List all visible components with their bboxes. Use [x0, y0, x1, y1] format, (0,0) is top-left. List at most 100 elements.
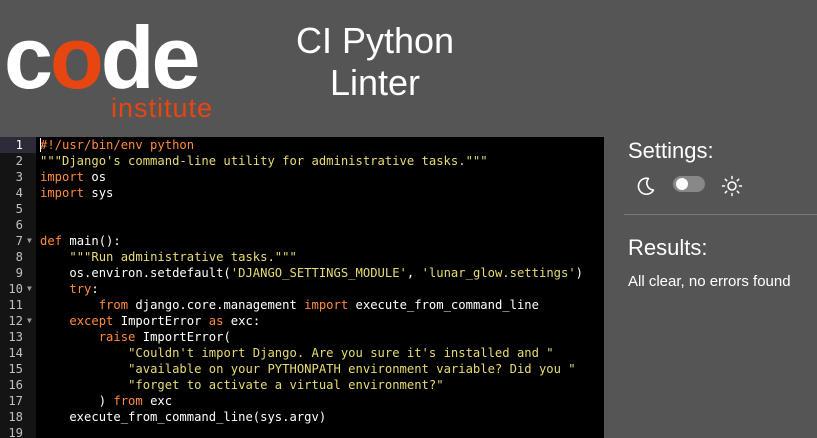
keyword-token: raise — [98, 330, 136, 344]
results-message: All clear, no errors found — [628, 273, 791, 290]
comment-token: #!/usr/bin/env python — [40, 138, 195, 152]
code-line[interactable]: 6 — [0, 217, 604, 233]
line-number: 16 — [8, 378, 23, 392]
page-title-line2: Linter — [329, 62, 421, 103]
code-text: import os — [40, 169, 106, 185]
line-number: 19 — [8, 426, 23, 438]
code-text: import sys — [40, 185, 113, 201]
side-panel: Settings: Results: All clear, no errors … — [604, 137, 817, 438]
line-number: 9 — [15, 266, 23, 280]
code-line[interactable]: 9 os.environ.setdefault('DJANGO_SETTINGS… — [0, 265, 604, 281]
sun-icon[interactable] — [721, 175, 743, 197]
code-text: raise ImportError( — [40, 329, 231, 345]
line-number: 17 — [8, 394, 23, 408]
line-number: 2 — [15, 154, 23, 168]
code-line[interactable]: 18 execute_from_command_line(sys.argv) — [0, 409, 604, 425]
string-token: "forget to activate a virtual environmen… — [128, 378, 444, 392]
theme-toggle[interactable] — [673, 176, 705, 192]
text-token: ImportError( — [135, 330, 231, 344]
code-line[interactable]: 13 raise ImportError( — [0, 329, 604, 345]
code-line[interactable]: 1 #!/usr/bin/env python — [0, 137, 604, 153]
fold-arrow-icon[interactable]: ▼ — [27, 281, 36, 297]
code-text: execute_from_command_line(sys.argv) — [40, 409, 326, 425]
code-line[interactable]: 3 import os — [0, 169, 604, 185]
code-text: ) from exc — [40, 393, 172, 409]
keyword-token: import — [40, 186, 85, 200]
keyword-token: except — [69, 314, 114, 328]
code-text: """Django's command-line utility for adm… — [40, 153, 488, 169]
string-token: 'lunar_glow.settings' — [421, 266, 576, 280]
text-token: execute_from_command_line(sys.argv) — [40, 410, 327, 424]
results-heading: Results: — [628, 235, 708, 260]
moon-icon[interactable] — [635, 175, 657, 197]
text-token: os — [84, 170, 107, 184]
text-token: os.environ.setdefault( — [40, 266, 231, 280]
code-line[interactable]: 2 """Django's command-line utility for a… — [0, 153, 604, 169]
code-line[interactable]: 15 "available on your PYTHONPATH environ… — [0, 361, 604, 377]
toggle-knob — [676, 178, 688, 190]
string-token: """Django's command-line utility for adm… — [40, 154, 488, 168]
code-text: "available on your PYTHONPATH environmen… — [40, 361, 576, 377]
code-line[interactable]: 12 ▼ except ImportError as exc: — [0, 313, 604, 329]
code-institute-logo: code institute — [4, 14, 234, 124]
code-text: except ImportError as exc: — [40, 313, 260, 329]
code-text: #!/usr/bin/env python — [40, 137, 194, 153]
line-number: 8 — [15, 250, 23, 264]
code-text: try: — [40, 281, 99, 297]
code-line[interactable]: 11 from django.core.management import ex… — [0, 297, 604, 313]
keyword-token: from — [113, 394, 143, 408]
code-text: """Run administrative tasks.""" — [40, 249, 297, 265]
line-number: 5 — [15, 202, 23, 216]
code-line[interactable]: 4 import sys — [0, 185, 604, 201]
string-token: "available on your PYTHONPATH environmen… — [128, 362, 576, 376]
indent-token — [40, 330, 99, 344]
line-number: 3 — [15, 170, 23, 184]
indent-token — [40, 362, 128, 376]
fold-arrow-icon[interactable]: ▼ — [27, 233, 36, 249]
text-token: ) — [40, 394, 114, 408]
line-number: 6 — [15, 218, 23, 232]
code-line[interactable]: 10 ▼ try: — [0, 281, 604, 297]
string-token: "Couldn't import Django. Are you sure it… — [128, 346, 554, 360]
header: code institute CI Python Linter — [0, 0, 817, 137]
code-line[interactable]: 8 """Run administrative tasks.""" — [0, 249, 604, 265]
line-number: 15 — [8, 362, 23, 376]
text-cursor — [40, 138, 41, 152]
line-number: 11 — [8, 298, 23, 312]
keyword-token: from — [98, 298, 129, 312]
text-token: : — [91, 282, 99, 296]
code-line[interactable]: 5 — [0, 201, 604, 217]
indent-token — [40, 314, 69, 328]
page-title-line1: CI Python — [295, 20, 455, 61]
logo-word: code — [4, 14, 200, 102]
page-title: CI Python Linter — [270, 20, 480, 104]
fold-arrow-icon[interactable]: ▼ — [27, 313, 36, 329]
code-line[interactable]: 14 "Couldn't import Django. Are you sure… — [0, 345, 604, 361]
string-token: """Run administrative tasks.""" — [69, 250, 297, 264]
settings-heading: Settings: — [628, 138, 714, 163]
logo-letters-c: c — [4, 8, 53, 107]
text-token: main(): — [62, 234, 121, 248]
logo-subword: institute — [111, 93, 214, 123]
indent-token — [40, 378, 128, 392]
code-line[interactable]: 16 "forget to activate a virtual environ… — [0, 377, 604, 393]
indent-token — [40, 346, 128, 360]
code-line[interactable]: 7 ▼ def main(): — [0, 233, 604, 249]
string-token: 'DJANGO_SETTINGS_MODULE' — [230, 266, 407, 280]
section-divider — [624, 214, 817, 215]
logo-letter-o: o — [49, 8, 104, 107]
code-line[interactable]: 19 — [0, 425, 604, 438]
text-token: execute_from_command_line — [348, 298, 539, 312]
code-text: def main(): — [40, 233, 121, 249]
code-text: os.environ.setdefault('DJANGO_SETTINGS_M… — [40, 265, 583, 281]
code-text: "forget to activate a virtual environmen… — [40, 377, 444, 393]
line-number: 13 — [8, 330, 23, 344]
line-number: 18 — [8, 410, 23, 424]
keyword-token: as — [208, 314, 224, 328]
indent-token — [40, 250, 69, 264]
code-editor[interactable]: 1 #!/usr/bin/env python 2 """Django's co… — [0, 137, 604, 438]
keyword-token: import — [304, 298, 349, 312]
line-number: 1 — [0, 137, 36, 153]
indent-token — [40, 298, 99, 312]
code-line[interactable]: 17 ) from exc — [0, 393, 604, 409]
